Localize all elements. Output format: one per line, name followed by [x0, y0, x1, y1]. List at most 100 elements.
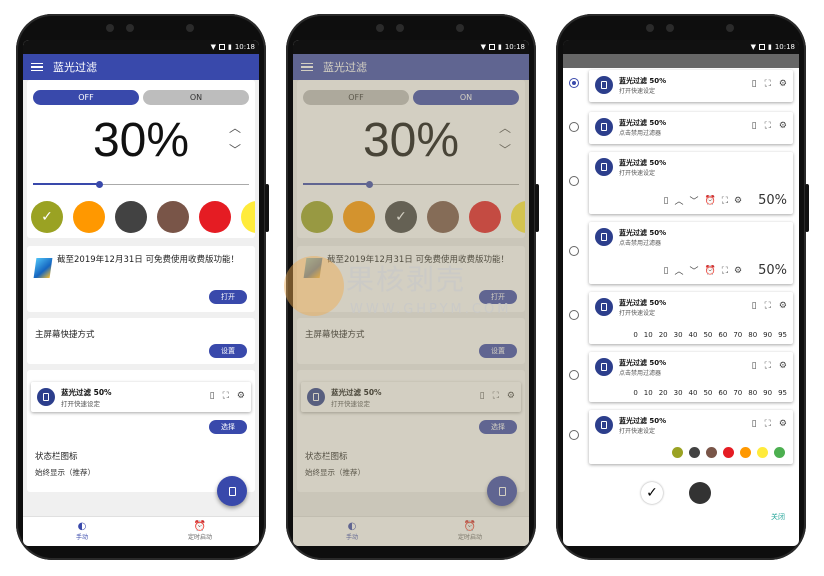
color-swatch-red[interactable]: [199, 201, 231, 233]
phone-1: ▼ ▮ 10:18 蓝光过滤 OFF ON 30% ︿ ﹀ ✓ 截至2019年1…: [16, 14, 269, 560]
phone-icon[interactable]: ▯: [210, 391, 215, 401]
gear-icon[interactable]: ⚙: [507, 391, 515, 401]
gear-icon: ⚙: [778, 419, 787, 429]
level-label: 30: [673, 331, 683, 339]
filter-app-icon: [595, 416, 613, 434]
watermark-logo: [284, 256, 344, 316]
on-button[interactable]: ON: [413, 90, 519, 105]
color-swatch-yellow[interactable]: [511, 201, 525, 233]
widget-option[interactable]: 蓝光过滤 50% 点击禁用过滤器 ▯ ⛶ ⚙: [563, 110, 799, 150]
option-subtitle: 点击禁用过滤器: [619, 130, 662, 137]
intensity-slider[interactable]: [33, 177, 249, 193]
on-button[interactable]: ON: [143, 90, 249, 105]
widget-option[interactable]: 蓝光过滤 50% 打开快速设定 ▯ ︿ ﹀ ⏰ ⛶ ⚙ 50%: [563, 150, 799, 220]
alarm-icon: ⏰: [704, 265, 716, 276]
dark-theme-dot[interactable]: [689, 482, 711, 504]
shortcut-title: 主屏幕快捷方式: [35, 330, 95, 340]
intensity-card: OFF ON 30% ︿ ﹀ ✓: [297, 80, 525, 238]
dialog-footer: ✓ 关闭: [563, 476, 799, 546]
status-time: 10:18: [504, 43, 525, 51]
level-label: 10: [643, 331, 653, 339]
color-swatch-brown[interactable]: [427, 201, 459, 233]
menu-icon[interactable]: [301, 62, 313, 72]
radio-unselected[interactable]: [569, 246, 579, 256]
open-button[interactable]: 打开: [209, 290, 247, 304]
fullscreen-icon: ⛶: [764, 419, 771, 429]
option-percent: 50%: [758, 263, 787, 278]
bottom-nav: ◐ 手动 ⏰ 定时启动: [293, 516, 529, 546]
signal-icon: [758, 44, 765, 50]
settings-button[interactable]: 设置: [209, 344, 247, 358]
radio-unselected[interactable]: [569, 122, 579, 132]
level-label: 80: [748, 389, 758, 397]
fullscreen-icon[interactable]: ⛶: [493, 391, 499, 401]
nav-manual[interactable]: ◐ 手动: [23, 517, 141, 546]
menu-icon[interactable]: [31, 62, 43, 72]
increase-icon[interactable]: ︿: [499, 117, 511, 139]
widget-title: 蓝光过滤 50%: [61, 388, 112, 397]
signal-icon: [218, 44, 225, 50]
widget-option[interactable]: 蓝光过滤 50% 打开快速设定 ▯ ⛶ ⚙ 0 10 20 30 40 50 60 70 80 90 95: [563, 290, 799, 350]
level-label: 80: [748, 331, 758, 339]
fullscreen-icon: ⛶: [764, 301, 771, 311]
color-swatch-red[interactable]: [469, 201, 501, 233]
app-bar: 蓝光过滤: [23, 54, 259, 80]
select-button[interactable]: 选择: [479, 420, 517, 434]
color-swatch-olive[interactable]: ✓: [31, 201, 63, 233]
color-swatch-dark[interactable]: ✓: [385, 201, 417, 233]
color-swatch-brown[interactable]: [157, 201, 189, 233]
option-title: 蓝光过滤 50%: [619, 159, 667, 167]
gear-icon: ⚙: [734, 195, 743, 206]
option-title: 蓝光过滤 50%: [619, 77, 667, 85]
widget-option[interactable]: 蓝光过滤 50% 打开快速设定 ▯ ⛶ ⚙: [563, 68, 799, 110]
filter-fab[interactable]: [217, 476, 247, 506]
nav-manual-label: 手动: [75, 534, 88, 541]
close-button[interactable]: 关闭: [771, 512, 785, 522]
color-swatch-orange[interactable]: [343, 201, 375, 233]
level-label: 20: [658, 389, 668, 397]
radio-unselected[interactable]: [569, 310, 579, 320]
radio-selected[interactable]: [569, 78, 579, 88]
white-theme-dot[interactable]: ✓: [641, 482, 663, 504]
phone-icon[interactable]: ▯: [480, 391, 485, 401]
increase-icon[interactable]: ︿: [229, 117, 241, 139]
statusbar-icon-title: 状态栏图标: [305, 452, 348, 462]
radio-unselected[interactable]: [569, 370, 579, 380]
color-swatch-dark[interactable]: [115, 201, 147, 233]
wifi-icon: ▼: [480, 43, 486, 51]
camera-dot: [456, 24, 464, 32]
nav-timer-label: 定时启动: [457, 534, 482, 541]
widget-preview[interactable]: 蓝光过滤 50% 打开快速设定 ▯ ⛶ ⚙: [301, 382, 521, 412]
widget-preview[interactable]: 蓝光过滤 50% 打开快速设定 ▯ ⛶ ⚙: [31, 382, 251, 412]
off-button[interactable]: OFF: [33, 90, 139, 105]
intensity-slider[interactable]: [303, 177, 519, 193]
nav-timer[interactable]: ⏰ 定时启动: [411, 517, 529, 546]
off-button[interactable]: OFF: [303, 90, 409, 105]
level-label: 50: [703, 389, 713, 397]
slider-knob[interactable]: [95, 181, 103, 188]
fullscreen-icon: ⛶: [721, 265, 729, 276]
widget-option[interactable]: 蓝光过滤 50% 点击禁用过滤器 ▯ ⛶ ⚙ 0 10 20 30 40 50 60 70 80 90 95: [563, 350, 799, 408]
fullscreen-icon[interactable]: ⛶: [223, 391, 229, 401]
nav-manual[interactable]: ◐ 手动: [293, 517, 411, 546]
radio-unselected[interactable]: [569, 430, 579, 440]
watermark-url: WWW.GHPYM.COM: [350, 302, 512, 317]
widget-option[interactable]: 蓝光过滤 50% 打开快速设定 ▯ ⛶ ⚙: [563, 408, 799, 470]
decrease-icon[interactable]: ﹀: [229, 139, 241, 161]
color-swatch-yellow[interactable]: [241, 201, 255, 233]
color-swatch-orange[interactable]: [73, 201, 105, 233]
radio-unselected[interactable]: [569, 176, 579, 186]
widget-option[interactable]: 蓝光过滤 50% 点击禁用过滤器 ▯ ︿ ﹀ ⏰ ⛶ ⚙ 50%: [563, 220, 799, 290]
camera-dot: [126, 24, 134, 32]
gear-icon[interactable]: ⚙: [237, 391, 245, 401]
camera-dot: [106, 24, 114, 32]
slider-knob[interactable]: [365, 181, 373, 188]
nav-manual-label: 手动: [345, 534, 358, 541]
color-swatch-olive[interactable]: [301, 201, 333, 233]
select-button[interactable]: 选择: [209, 420, 247, 434]
level-row: 0 10 20 30 40 50 60 70 80 90 95: [633, 389, 787, 397]
nav-timer[interactable]: ⏰ 定时启动: [141, 517, 259, 546]
settings-button[interactable]: 设置: [479, 344, 517, 358]
filter-fab[interactable]: [487, 476, 517, 506]
decrease-icon[interactable]: ﹀: [499, 139, 511, 161]
